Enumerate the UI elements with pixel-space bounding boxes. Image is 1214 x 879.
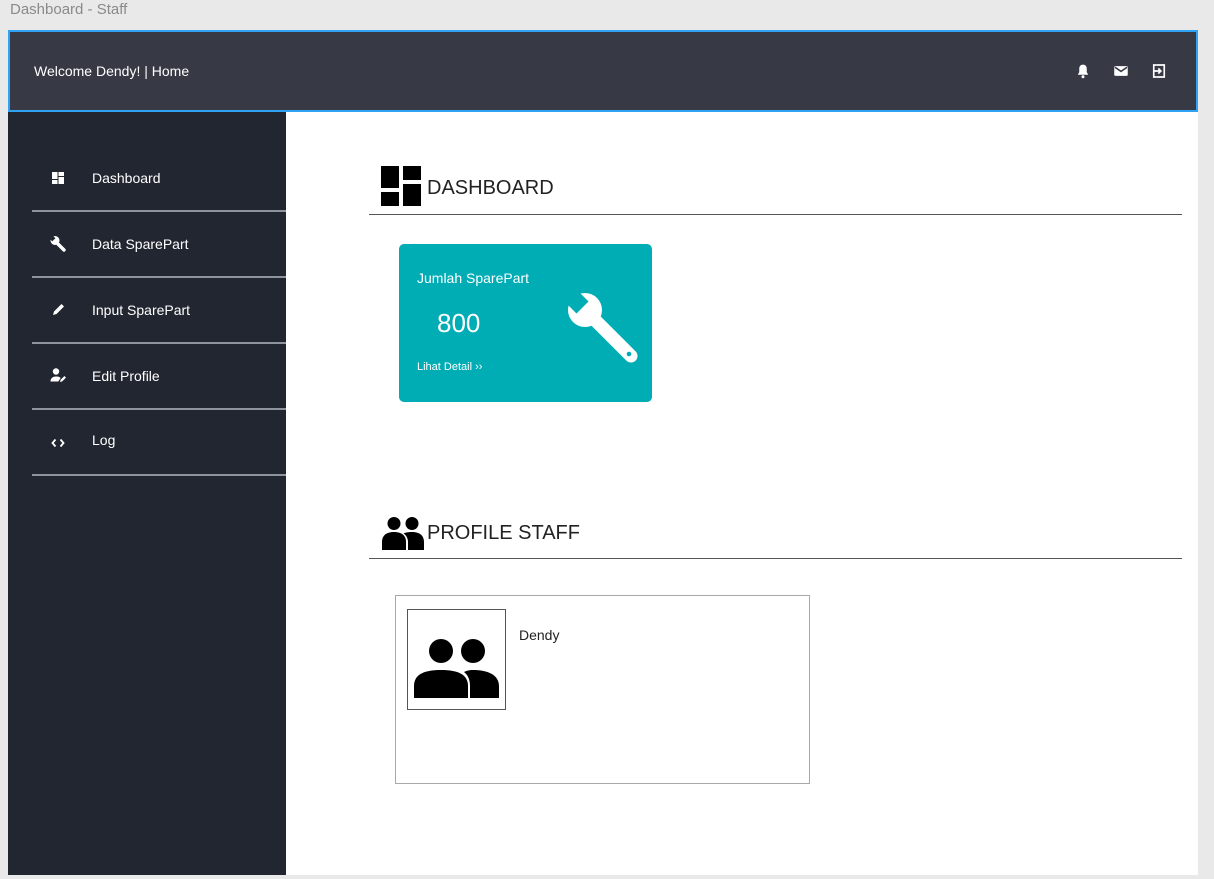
logout-icon[interactable]	[1150, 62, 1168, 80]
sidebar-item-label: Dashboard	[92, 170, 161, 186]
sidebar-item-log[interactable]: Log	[32, 410, 286, 476]
card-caption: Jumlah SparePart	[417, 270, 530, 286]
dashboard-icon	[381, 166, 421, 206]
sidebar-item-label: Edit Profile	[92, 368, 160, 384]
frame-title: Dashboard - Staff	[10, 1, 128, 18]
avatar	[407, 609, 506, 710]
people-icon	[414, 639, 499, 698]
wrench-icon	[49, 235, 66, 252]
sidebar: Dashboard Data SparePart Input SparePart…	[8, 112, 286, 875]
bell-icon[interactable]	[1074, 62, 1092, 80]
top-bar: Welcome Dendy! | Home	[8, 30, 1198, 112]
dashboard-icon	[52, 172, 64, 184]
welcome-text: Welcome Dendy! | Home	[34, 63, 190, 79]
dashboard-section-header: DASHBOARD	[369, 154, 1182, 215]
dashboard-title: DASHBOARD	[427, 177, 554, 199]
profile-title: PROFILE STAFF	[427, 522, 580, 544]
mail-icon[interactable]	[1112, 62, 1130, 80]
profile-card: Dendy	[395, 595, 810, 784]
wrench-icon	[565, 290, 638, 363]
user-edit-icon	[50, 368, 66, 382]
sidebar-item-label: Log	[92, 432, 116, 448]
sidebar-item-label: Input SparePart	[92, 302, 191, 318]
people-icon	[382, 517, 424, 550]
card-value: 800	[437, 308, 481, 338]
profile-section-header: PROFILE STAFF	[369, 498, 1182, 559]
sidebar-item-label: Data SparePart	[92, 236, 189, 252]
pencil-icon	[53, 304, 64, 315]
card-detail-link[interactable]: Lihat Detail ››	[417, 361, 482, 373]
topbar-icons	[1074, 60, 1168, 82]
profile-name: Dendy	[519, 627, 560, 643]
sparepart-count-card: Jumlah SparePart 800 Lihat Detail ››	[399, 244, 652, 402]
sidebar-item-input-sparepart[interactable]: Input SparePart	[32, 278, 286, 344]
app-window: Welcome Dendy! | Home Dashboard Data Spa…	[8, 30, 1198, 875]
sidebar-item-data-sparepart[interactable]: Data SparePart	[32, 212, 286, 278]
sidebar-item-dashboard[interactable]: Dashboard	[32, 146, 286, 212]
code-icon	[51, 438, 65, 448]
sidebar-item-edit-profile[interactable]: Edit Profile	[32, 344, 286, 410]
